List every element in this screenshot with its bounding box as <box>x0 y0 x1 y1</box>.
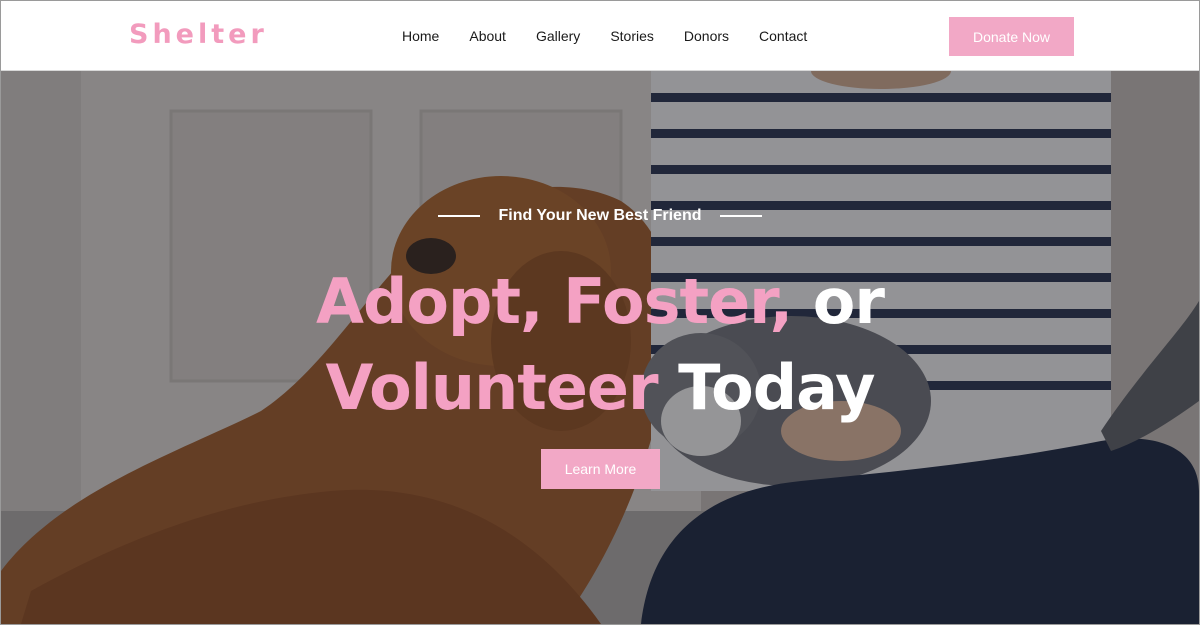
nav-item-stories[interactable]: Stories <box>610 28 654 44</box>
top-navigation: Shelter Home About Gallery Stories Donor… <box>1 1 1199 71</box>
headline-line2-white: Today <box>678 351 875 424</box>
eyebrow-left-line <box>438 214 481 217</box>
nav-item-contact[interactable]: Contact <box>759 28 807 44</box>
site-logo[interactable]: Shelter <box>129 19 268 50</box>
learn-more-button[interactable]: Learn More <box>541 449 660 489</box>
headline-line2-pink: Volunteer <box>325 351 658 424</box>
nav-item-donors[interactable]: Donors <box>684 28 729 44</box>
eyebrow-right-line <box>719 214 762 217</box>
headline-line1-pink: Adopt, Foster, <box>316 265 793 338</box>
page-frame: Shelter Home About Gallery Stories Donor… <box>0 0 1200 625</box>
nav-item-gallery[interactable]: Gallery <box>536 28 580 44</box>
hero-headline: Adopt, Foster, or Volunteer Today <box>1 259 1199 431</box>
nav-menu: Home About Gallery Stories Donors Contac… <box>402 28 837 44</box>
headline-line1-white: or <box>812 265 885 338</box>
hero-eyebrow: Find Your New Best Friend <box>1 207 1199 225</box>
hero-eyebrow-text: Find Your New Best Friend <box>498 207 702 224</box>
nav-item-home[interactable]: Home <box>402 28 439 44</box>
donate-now-button[interactable]: Donate Now <box>949 17 1074 56</box>
nav-item-about[interactable]: About <box>469 28 506 44</box>
hero-section: Find Your New Best Friend Adopt, Foster,… <box>1 71 1199 624</box>
